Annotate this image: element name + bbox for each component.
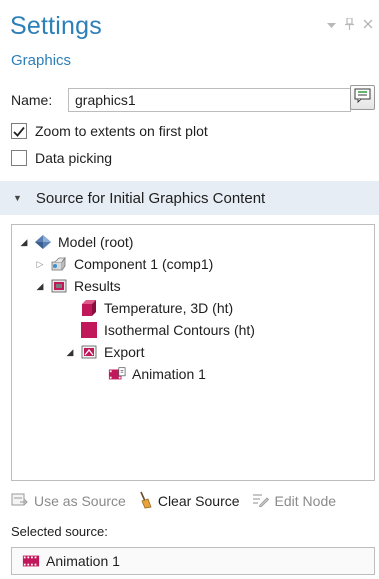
- expand-icon[interactable]: ◢: [34, 281, 46, 292]
- expand-icon[interactable]: ◢: [64, 347, 76, 358]
- pin-icon[interactable]: [345, 17, 354, 32]
- broom-icon: [138, 491, 152, 512]
- selected-source-label: Selected source:: [11, 524, 108, 539]
- comment-icon: [354, 88, 371, 108]
- edit-node-icon: [252, 492, 269, 510]
- use-as-source-button[interactable]: Use as Source: [11, 492, 126, 510]
- source-toolbar: Use as Source Clear Source Edit Node: [11, 487, 375, 515]
- name-input[interactable]: [68, 88, 351, 112]
- data-picking-option[interactable]: Data picking: [11, 150, 112, 166]
- animation-icon: [108, 365, 126, 383]
- section-title: Source for Initial Graphics Content: [35, 189, 266, 207]
- tree-node-component[interactable]: ▷ Component 1 (comp1): [34, 253, 214, 275]
- component-icon: [50, 255, 68, 273]
- model-icon: [34, 233, 52, 251]
- use-as-source-icon: [11, 492, 28, 510]
- animation-icon: [22, 552, 40, 570]
- tree-label: Export: [104, 344, 145, 360]
- expand-icon[interactable]: ◢: [18, 237, 30, 248]
- tree-node-temperature[interactable]: Temperature, 3D (ht): [76, 297, 233, 319]
- name-row: Name:: [11, 85, 375, 114]
- clear-source-button[interactable]: Clear Source: [138, 491, 240, 512]
- collapse-triangle-icon: ▼: [13, 193, 22, 203]
- selected-source-field: Animation 1: [11, 547, 375, 575]
- use-as-source-label: Use as Source: [34, 493, 126, 509]
- close-icon[interactable]: [363, 19, 373, 31]
- data-picking-checkbox[interactable]: [11, 150, 27, 166]
- source-section-header[interactable]: ▼ Source for Initial Graphics Content: [0, 181, 379, 215]
- model-tree[interactable]: ◢ Model (root) ▷ Component 1 (comp1) ◢ R…: [11, 224, 375, 481]
- panel-subtitle: Graphics: [11, 52, 72, 69]
- clear-source-label: Clear Source: [157, 493, 240, 509]
- tree-label: Component 1 (comp1): [74, 256, 214, 272]
- export-icon: [80, 343, 98, 361]
- tree-node-animation[interactable]: Animation 1: [104, 363, 206, 385]
- panel-title: Settings: [10, 12, 102, 40]
- tree-node-isothermal[interactable]: Isothermal Contours (ht): [76, 319, 255, 341]
- rename-button[interactable]: [350, 85, 375, 110]
- zoom-extents-checkbox[interactable]: [11, 123, 27, 139]
- 3d-plot-group-icon: [80, 299, 98, 317]
- tree-node-export[interactable]: ◢ Export: [64, 341, 145, 363]
- tree-label: Isothermal Contours (ht): [104, 322, 255, 338]
- selected-source-value: Animation 1: [46, 553, 120, 569]
- settings-panel: Settings Graphics Name: graphics1 Zoom t…: [0, 0, 379, 579]
- zoom-extents-label: Zoom to extents on first plot: [35, 123, 208, 139]
- tree-label: Results: [74, 278, 121, 294]
- dropdown-icon[interactable]: [327, 19, 336, 31]
- collapsed-expander-icon[interactable]: ▷: [34, 259, 46, 270]
- edit-node-label: Edit Node: [274, 493, 337, 509]
- tree-label: Model (root): [58, 234, 134, 250]
- tree-label: Temperature, 3D (ht): [104, 300, 234, 316]
- tree-label: Animation 1: [132, 366, 206, 382]
- name-label: Name:: [11, 92, 53, 108]
- data-picking-label: Data picking: [35, 150, 113, 166]
- results-icon: [50, 277, 68, 295]
- zoom-extents-option[interactable]: Zoom to extents on first plot: [11, 123, 208, 139]
- window-controls: [327, 17, 373, 32]
- tree-node-results[interactable]: ◢ Results: [34, 275, 121, 297]
- edit-node-button[interactable]: Edit Node: [252, 492, 336, 510]
- 2d-plot-group-icon: [80, 321, 98, 339]
- tree-node-model[interactable]: ◢ Model (root): [18, 231, 134, 253]
